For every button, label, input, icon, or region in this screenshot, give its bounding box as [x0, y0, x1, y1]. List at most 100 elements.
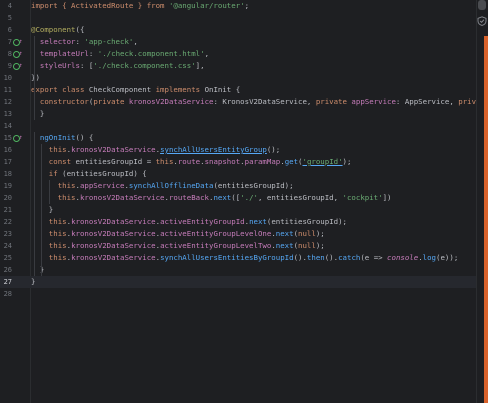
gutter-line[interactable]: 14: [0, 120, 30, 132]
code-token: next: [275, 241, 294, 250]
code-token: appService: [79, 181, 125, 190]
code-token: 'groupId': [302, 157, 343, 166]
gutter-line[interactable]: 25: [0, 252, 30, 264]
code-token: );: [315, 241, 325, 250]
line-number: 17: [3, 158, 12, 166]
code-line[interactable]: }: [31, 276, 476, 288]
code-line[interactable]: this.kronosV2DataService.activeEntityGro…: [31, 228, 476, 240]
gutter-line[interactable]: 15 ↑: [0, 132, 30, 144]
code-line[interactable]: [31, 288, 476, 300]
code-line[interactable]: this.appService.synchAllOfflineData(enti…: [31, 180, 476, 192]
line-number: 15: [3, 134, 12, 142]
code-token: kronosV2DataService: [71, 253, 156, 262]
code-line[interactable]: }: [31, 204, 476, 216]
code-token: then: [306, 253, 325, 262]
code-token: ,: [133, 37, 138, 46]
gutter-line[interactable]: 17: [0, 156, 30, 168]
code-line[interactable]: import { ActivatedRoute } from '@angular…: [31, 0, 476, 12]
implementation-marker-icon[interactable]: ↑: [13, 50, 23, 58]
gutter-line[interactable]: 11: [0, 84, 30, 96]
code-token: synchAllUsersEntitiesByGroupId: [160, 253, 294, 262]
gutter-line[interactable]: 13: [0, 108, 30, 120]
gutter-line[interactable]: 21: [0, 204, 30, 216]
gutter-line[interactable]: 5: [0, 12, 30, 24]
code-token: null: [298, 229, 316, 238]
gutter-line[interactable]: 16: [0, 144, 30, 156]
gutter-line[interactable]: 20: [0, 192, 30, 204]
code-token: log: [422, 253, 437, 262]
code-token: get: [284, 157, 299, 166]
code-line[interactable]: this.kronosV2DataService.synchAllUsersEn…: [31, 252, 476, 264]
code-token: ],: [195, 61, 205, 70]
code-line[interactable]: export class CheckComponent implements O…: [31, 84, 476, 96]
gutter-line[interactable]: 12: [0, 96, 30, 108]
gutter-line[interactable]: 8 ↑: [0, 48, 30, 60]
gutter-line[interactable]: 19: [0, 180, 30, 192]
line-number: 14: [3, 122, 12, 130]
line-number: 7: [7, 38, 12, 46]
line-number: 5: [7, 14, 12, 22]
code-token: (entitiesGroupId);: [213, 181, 294, 190]
gutter-line[interactable]: 26: [0, 264, 30, 276]
gutter-line[interactable]: 23: [0, 228, 30, 240]
code-line[interactable]: this.kronosV2DataService.activeEntityGro…: [31, 216, 476, 228]
gutter-line[interactable]: 9 ↑: [0, 60, 30, 72]
code-token: this: [31, 145, 67, 154]
gutter-line[interactable]: 6: [0, 24, 30, 36]
code-token: }: [31, 277, 36, 286]
scrollbar-thumb[interactable]: [478, 0, 486, 10]
code-line[interactable]: @Component({: [31, 24, 476, 36]
code-token: activeEntityGroupId: [160, 217, 245, 226]
code-line[interactable]: templateUrl: './check.component.html',: [31, 48, 476, 60]
implementation-marker-icon[interactable]: ↑: [13, 62, 23, 70]
code-line[interactable]: styleUrls: ['./check.component.css'],: [31, 60, 476, 72]
gutter-line[interactable]: 24: [0, 240, 30, 252]
code-line[interactable]: this.kronosV2DataService.activeEntityGro…: [31, 240, 476, 252]
error-stripe-marker[interactable]: [484, 36, 488, 403]
code-line[interactable]: this.kronosV2DataService.synchAllUsersEn…: [31, 144, 476, 156]
gutter-line[interactable]: 27: [0, 276, 30, 288]
line-number: 21: [3, 206, 12, 214]
code-token: :: [88, 49, 98, 58]
line-number: 25: [3, 254, 12, 262]
code-line[interactable]: selector: 'app-check',: [31, 36, 476, 48]
code-token: this: [31, 241, 67, 250]
gutter-line[interactable]: 18: [0, 168, 30, 180]
code-token: selector: [31, 37, 76, 46]
code-line[interactable]: constructor(private kronosV2DataService:…: [31, 96, 476, 108]
inspection-check-icon[interactable]: [476, 16, 488, 28]
code-line[interactable]: [31, 120, 476, 132]
code-token: this: [155, 157, 174, 166]
gutter-line[interactable]: 7 ↑: [0, 36, 30, 48]
code-line[interactable]: if (entitiesGroupId) {: [31, 168, 476, 180]
gutter-line[interactable]: 10: [0, 72, 30, 84]
code-line[interactable]: const entitiesGroupId = this.route.snaps…: [31, 156, 476, 168]
code-line[interactable]: [31, 12, 476, 24]
code-token: ().: [293, 253, 307, 262]
code-token: synchAllUsersEntityGroup: [160, 145, 267, 154]
code-token: './': [240, 193, 258, 202]
code-token: ]): [382, 193, 392, 202]
code-line[interactable]: }): [31, 72, 476, 84]
code-line[interactable]: this.kronosV2DataService.routeBack.next(…: [31, 192, 476, 204]
code-token: console: [387, 253, 419, 262]
code-line[interactable]: ngOnInit() {: [31, 132, 476, 144]
code-token: @Component: [31, 25, 76, 34]
implementation-marker-icon[interactable]: ↑: [13, 38, 23, 46]
code-token: ;: [244, 1, 250, 10]
code-line[interactable]: }: [31, 108, 476, 120]
line-number: 20: [3, 194, 12, 202]
line-number: 24: [3, 242, 12, 250]
gutter-line[interactable]: 4: [0, 0, 30, 12]
line-number: 28: [3, 290, 12, 298]
gutter-line[interactable]: 22: [0, 216, 30, 228]
code-token: (entitiesGroupId) {: [62, 169, 147, 178]
code-line[interactable]: }: [31, 264, 476, 276]
code-token: private: [315, 97, 352, 106]
code-token: private r: [458, 97, 476, 106]
gutter-line[interactable]: 28: [0, 288, 30, 300]
code-editor[interactable]: 4 import { ActivatedRoute } from '@angula…: [0, 0, 488, 403]
code-token: next: [249, 217, 267, 226]
implementation-marker-icon[interactable]: ↑: [13, 134, 23, 142]
code-token: routeBack: [168, 193, 209, 202]
